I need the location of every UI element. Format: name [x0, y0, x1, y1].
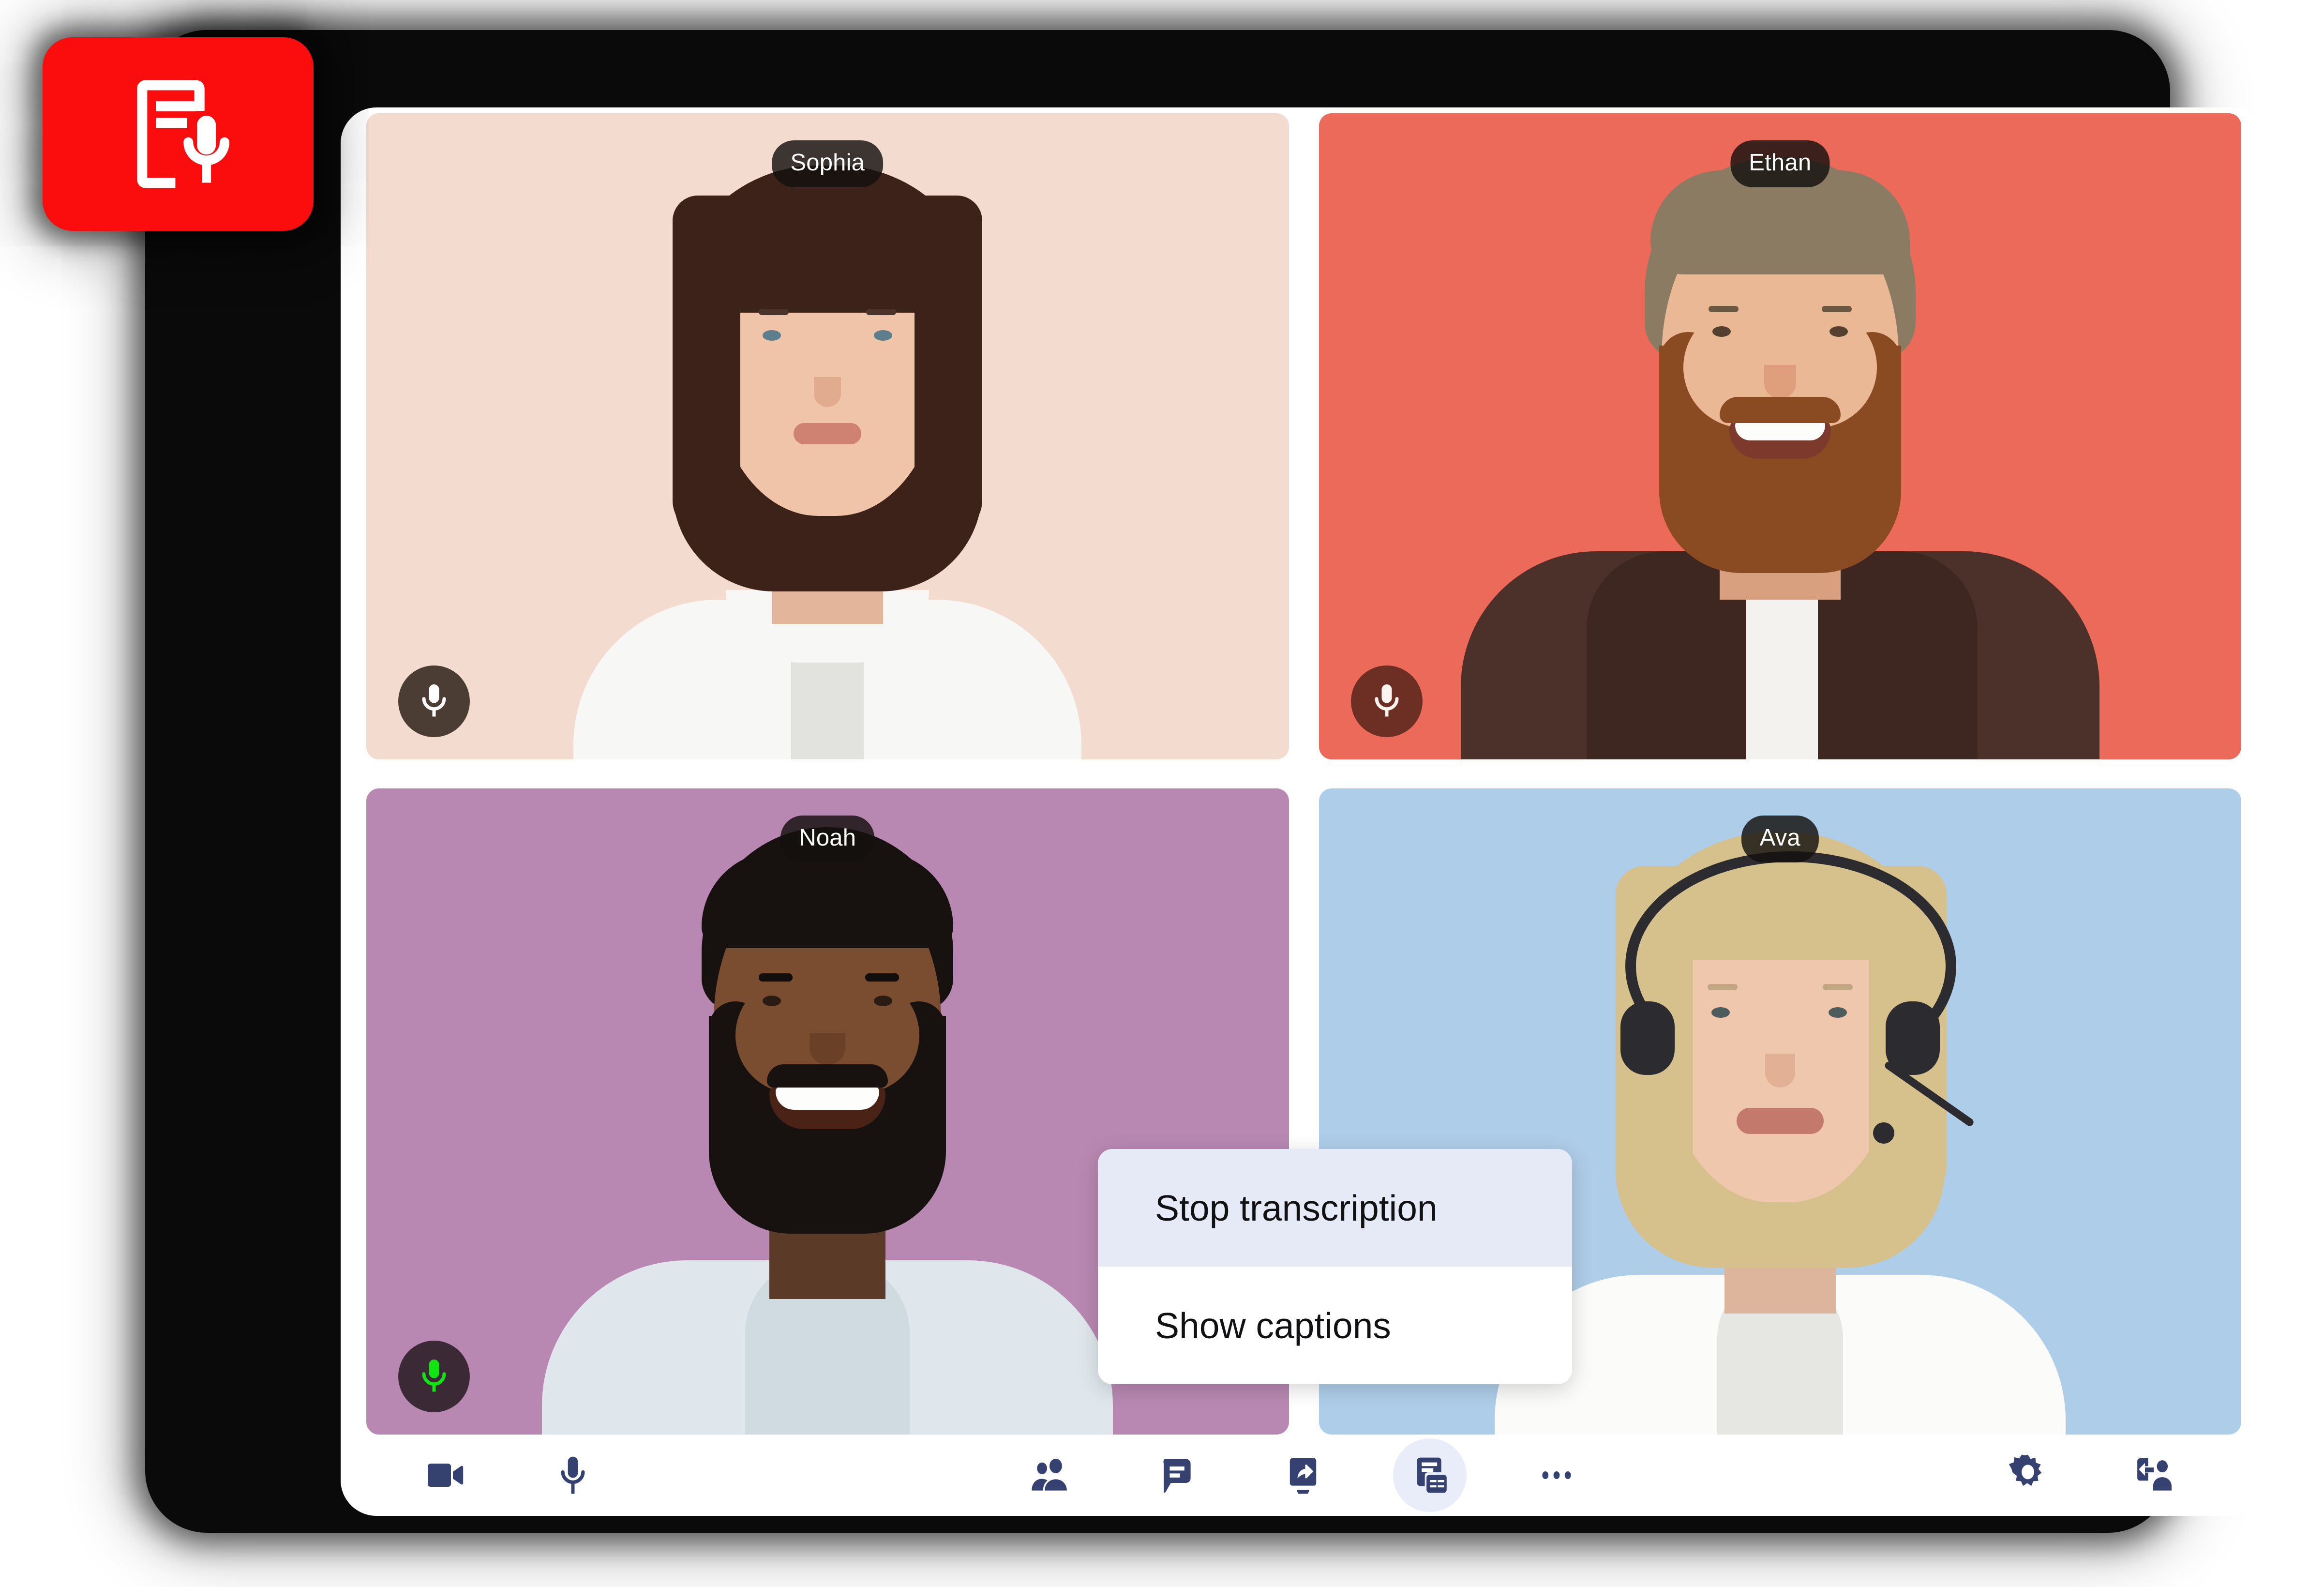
participant-name-badge: Ethan — [1730, 140, 1830, 187]
participant-tile-sophia[interactable]: Sophia — [366, 113, 1289, 759]
toolbar-center-group — [1013, 1438, 1593, 1512]
more-options-button[interactable] — [1520, 1438, 1593, 1512]
more-horizontal-icon — [1542, 1471, 1571, 1479]
video-camera-icon — [428, 1464, 464, 1487]
participants-button[interactable] — [1013, 1438, 1086, 1512]
mic-status-badge-ethan[interactable] — [1350, 665, 1423, 737]
share-screen-button[interactable] — [1266, 1438, 1340, 1512]
toolbar-left-group — [408, 1438, 610, 1512]
participant-name-badge: Noah — [780, 816, 875, 862]
transcription-context-menu: Stop transcription Show captions — [1098, 1149, 1572, 1384]
microphone-icon — [1375, 684, 1398, 717]
participant-portrait-sophia — [366, 113, 1289, 759]
menu-item-stop-transcription[interactable]: Stop transcription — [1098, 1149, 1572, 1267]
participant-name-badge: Ava — [1741, 816, 1819, 862]
screenshot-root: Sophia Ethan Noah Ava Stop transcription… — [0, 0, 2324, 1587]
transcription-cc-icon — [1417, 1457, 1447, 1493]
microphone-icon — [422, 684, 446, 717]
leave-meeting-button[interactable] — [2118, 1438, 2191, 1512]
meeting-toolbar — [341, 1435, 2265, 1516]
gear-icon — [2009, 1454, 2042, 1486]
mic-status-badge-sophia[interactable] — [398, 665, 470, 737]
toolbar-right-group — [1991, 1438, 2191, 1512]
tablet-device-frame: Sophia Ethan Noah Ava Stop transcription… — [145, 30, 2265, 1533]
leave-meeting-icon — [2137, 1458, 2172, 1491]
microphone-icon — [422, 1360, 446, 1392]
chat-button[interactable] — [1140, 1438, 1213, 1512]
participant-portrait-ethan — [1319, 113, 2242, 759]
participant-tile-ethan[interactable]: Ethan — [1319, 113, 2242, 759]
microphone-icon — [561, 1456, 585, 1494]
screen-share-icon — [1289, 1458, 1316, 1494]
settings-button[interactable] — [1991, 1438, 2065, 1512]
document-microphone-icon — [137, 80, 230, 188]
transcription-captions-button[interactable] — [1393, 1438, 1467, 1512]
participant-name-badge: Sophia — [772, 140, 884, 187]
chat-bubble-icon — [1163, 1459, 1191, 1493]
people-icon — [1031, 1458, 1067, 1491]
tablet-screen: Sophia Ethan Noah Ava Stop transcription… — [341, 107, 2265, 1516]
camera-toggle-button[interactable] — [408, 1438, 482, 1512]
mic-status-badge-noah[interactable] — [398, 1341, 470, 1412]
microphone-toggle-button[interactable] — [536, 1438, 610, 1512]
transcription-recording-badge[interactable] — [43, 37, 314, 231]
menu-item-show-captions[interactable]: Show captions — [1098, 1267, 1572, 1384]
